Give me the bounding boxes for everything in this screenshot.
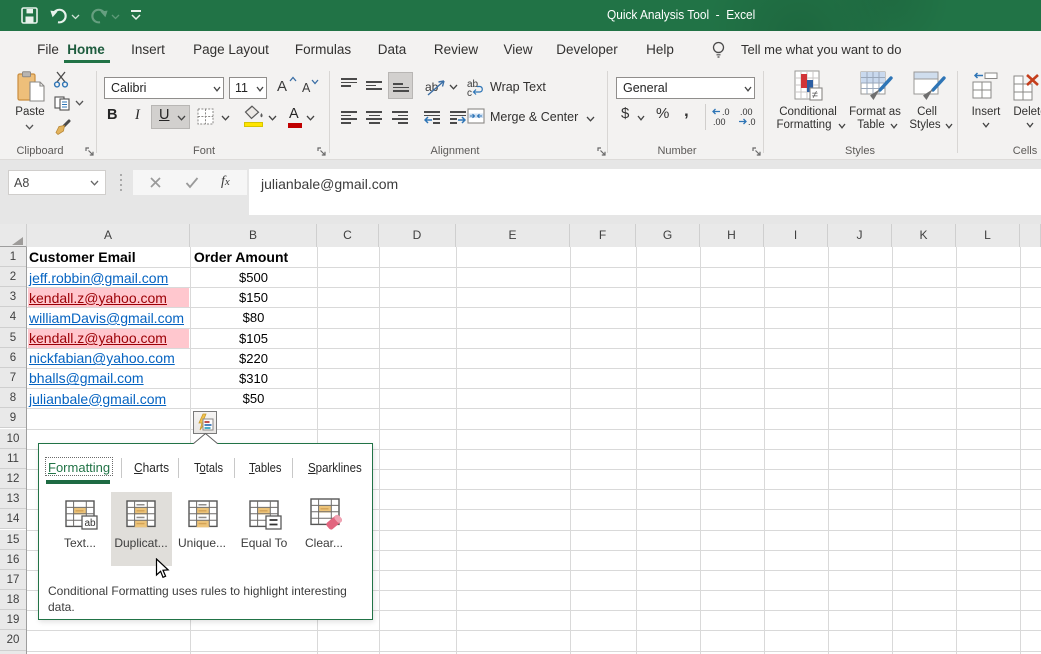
svg-text:ab: ab: [85, 518, 97, 529]
svg-text:.00: .00: [740, 107, 753, 117]
svg-text:≠: ≠: [812, 89, 818, 101]
svg-text:.00: .00: [713, 117, 726, 126]
svg-text:c: c: [467, 88, 472, 96]
svg-text:.0: .0: [748, 117, 756, 126]
svg-text:.0: .0: [722, 107, 730, 117]
